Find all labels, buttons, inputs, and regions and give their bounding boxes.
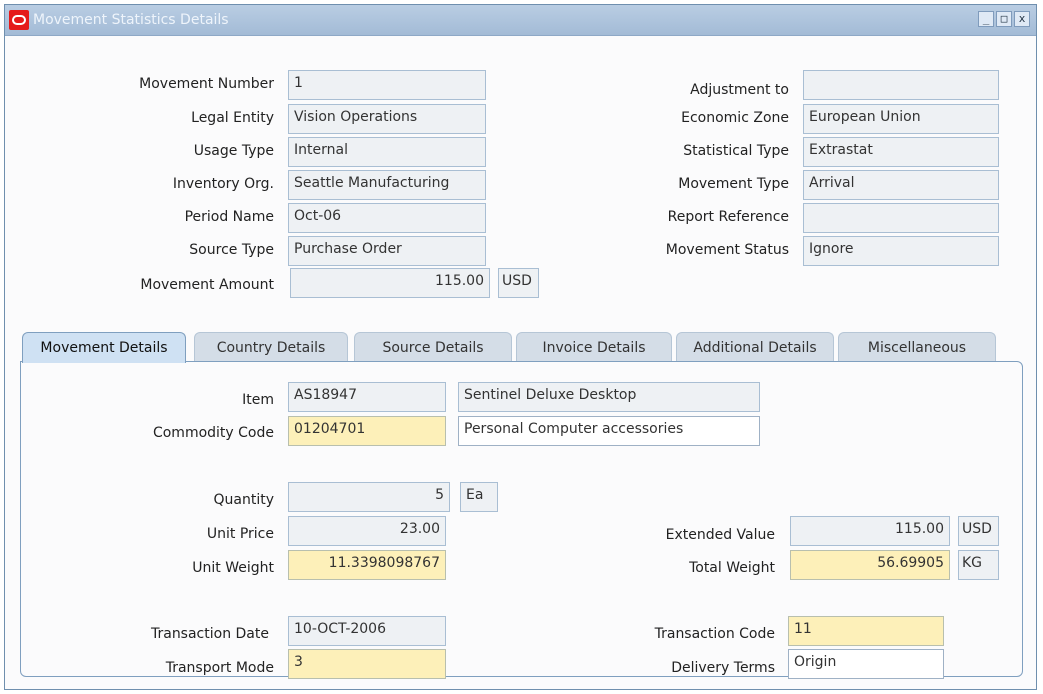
transaction-date-label: Transaction Date (150, 626, 269, 642)
usage-type-field[interactable]: Internal (288, 137, 486, 167)
extended-value-label: Extended Value (665, 527, 775, 543)
movement-number-label: Movement Number (139, 76, 274, 92)
statistical-type-label: Statistical Type (683, 143, 789, 159)
close-icon[interactable]: x (1014, 11, 1030, 27)
adjustment-to-field[interactable] (803, 70, 999, 100)
source-type-label: Source Type (189, 242, 274, 258)
window-controls: _ □ x (978, 11, 1030, 27)
transport-mode-field[interactable]: 3 (288, 649, 446, 679)
maximize-icon[interactable]: □ (996, 11, 1012, 27)
title-bar[interactable]: Movement Statistics Details _ □ x (5, 5, 1036, 36)
total-weight-field[interactable]: 56.69905 (790, 550, 950, 580)
movement-type-field[interactable]: Arrival (803, 170, 999, 200)
period-name-label: Period Name (184, 209, 274, 225)
legal-entity-label: Legal Entity (191, 110, 274, 126)
transaction-code-label: Transaction Code (654, 626, 775, 642)
tab-invoice-details[interactable]: Invoice Details (516, 332, 672, 362)
movement-status-field[interactable]: Ignore (803, 236, 999, 266)
delivery-terms-label: Delivery Terms (671, 660, 775, 676)
item-field[interactable]: AS18947 (288, 382, 446, 412)
commodity-code-label: Commodity Code (152, 425, 274, 441)
unit-weight-label: Unit Weight (192, 560, 274, 576)
total-weight-uom[interactable]: KG (958, 550, 999, 580)
tab-movement-details[interactable]: Movement Details (22, 332, 186, 363)
unit-weight-field[interactable]: 11.3398098767 (288, 550, 446, 580)
inventory-org-label: Inventory Org. (172, 176, 274, 192)
tab-source-details[interactable]: Source Details (354, 332, 512, 362)
economic-zone-field[interactable]: European Union (803, 104, 999, 134)
minimize-icon[interactable]: _ (978, 11, 994, 27)
unit-price-label: Unit Price (206, 526, 274, 542)
movement-amount-label: Movement Amount (140, 277, 274, 293)
quantity-label: Quantity (213, 492, 275, 508)
movement-status-label: Movement Status (665, 242, 789, 258)
quantity-field[interactable]: 5 (288, 482, 450, 512)
item-description-field[interactable]: Sentinel Deluxe Desktop (458, 382, 760, 412)
delivery-terms-field[interactable]: Origin (788, 649, 944, 679)
oracle-logo-icon (9, 10, 29, 30)
transaction-code-field[interactable]: 11 (788, 616, 944, 646)
quantity-uom-field[interactable]: Ea (460, 482, 498, 512)
movement-type-label: Movement Type (678, 176, 789, 192)
window-title: Movement Statistics Details (33, 12, 229, 28)
movement-amount-field[interactable]: 115.00 (290, 268, 490, 298)
commodity-code-field[interactable]: 01204701 (288, 416, 446, 446)
tab-miscellaneous[interactable]: Miscellaneous (838, 332, 996, 362)
total-weight-label: Total Weight (689, 560, 775, 576)
statistical-type-field[interactable]: Extrastat (803, 137, 999, 167)
extended-value-currency[interactable]: USD (958, 516, 999, 546)
item-label: Item (242, 392, 274, 408)
inventory-org-field[interactable]: Seattle Manufacturing (288, 170, 486, 200)
adjustment-to-label: Adjustment to (690, 82, 789, 98)
report-reference-label: Report Reference (667, 209, 789, 225)
unit-price-field[interactable]: 23.00 (288, 516, 446, 546)
movement-number-field[interactable]: 1 (288, 70, 486, 100)
economic-zone-label: Economic Zone (681, 110, 789, 126)
report-reference-field[interactable] (803, 203, 999, 233)
tab-country-details[interactable]: Country Details (194, 332, 348, 362)
transaction-date-field[interactable]: 10-OCT-2006 (288, 616, 446, 646)
legal-entity-field[interactable]: Vision Operations (288, 104, 486, 134)
period-name-field[interactable]: Oct-06 (288, 203, 486, 233)
source-type-field[interactable]: Purchase Order (288, 236, 486, 266)
transport-mode-label: Transport Mode (165, 660, 274, 676)
usage-type-label: Usage Type (193, 143, 274, 159)
commodity-description-field[interactable]: Personal Computer accessories (458, 416, 760, 446)
movement-amount-currency[interactable]: USD (498, 268, 539, 298)
tab-additional-details[interactable]: Additional Details (676, 332, 834, 362)
extended-value-field[interactable]: 115.00 (790, 516, 950, 546)
